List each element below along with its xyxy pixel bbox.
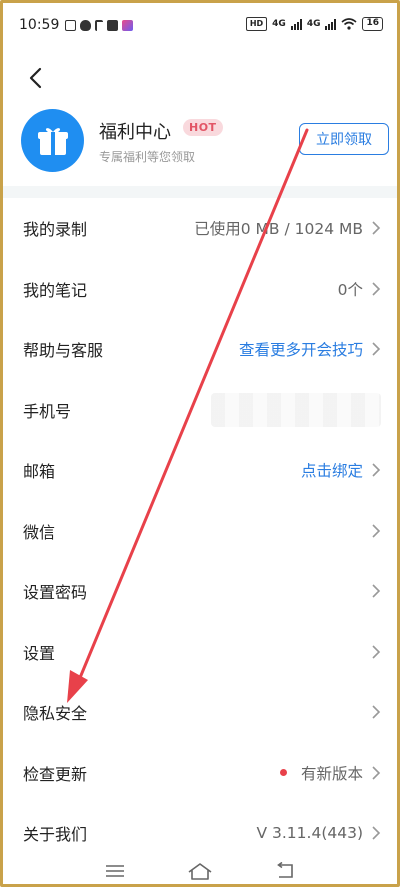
- welfare-center-card[interactable]: 福利中心 HOT 专属福利等您领取 立即领取: [3, 101, 397, 181]
- row-value-group: 已使用0 MB / 1024 MB: [194, 217, 381, 239]
- row-label: 设置: [23, 643, 56, 663]
- row-label: 设置密码: [23, 583, 88, 603]
- row-wechat[interactable]: 微信: [3, 501, 397, 562]
- row-value-group: [371, 524, 381, 538]
- settings-list: 我的录制 已使用0 MB / 1024 MB 我的笔记 0个 帮助与客服 查看更…: [3, 198, 397, 864]
- hd-icon: HD: [245, 17, 268, 31]
- row-email[interactable]: 邮箱 点击绑定: [3, 440, 397, 501]
- back-nav-button[interactable]: [272, 860, 298, 882]
- chevron-right-icon: [372, 524, 381, 538]
- back-arrow-icon: [29, 67, 42, 89]
- chevron-right-icon: [372, 766, 381, 780]
- row-value: 0个: [337, 280, 363, 299]
- message-icon: [65, 19, 77, 31]
- row-label: 检查更新: [23, 764, 88, 784]
- row-label: 帮助与客服: [23, 341, 104, 361]
- section-divider: [3, 186, 397, 198]
- gift-avatar: [21, 109, 84, 172]
- chevron-right-icon: [372, 221, 381, 235]
- system-nav-bar: [3, 851, 397, 884]
- return-icon: [276, 861, 293, 878]
- chevron-right-icon: [372, 584, 381, 598]
- row-value-link[interactable]: 点击绑定: [301, 459, 363, 481]
- row-value-group: 查看更多开会技巧: [239, 338, 381, 360]
- update-dot-indicator: [279, 769, 287, 777]
- chevron-right-icon: [372, 826, 381, 840]
- row-my-notes[interactable]: 我的笔记 0个: [3, 259, 397, 320]
- battery-indicator: 16: [362, 17, 383, 31]
- row-value: 已使用0 MB / 1024 MB: [194, 220, 363, 239]
- notification-icons: [65, 19, 134, 31]
- status-bar: 10:59 HD 4G 4G 16: [3, 3, 397, 55]
- row-label: 我的录制: [23, 220, 88, 240]
- welfare-title: 福利中心: [99, 122, 171, 143]
- home-button[interactable]: [187, 860, 213, 882]
- row-value: V 3.11.4(443): [256, 824, 363, 843]
- row-value-link[interactable]: 查看更多开会技巧: [239, 338, 363, 360]
- status-right: HD 4G 4G 16: [245, 17, 383, 31]
- row-label: 手机号: [23, 401, 72, 421]
- home-icon: [188, 862, 212, 880]
- row-value-group: V 3.11.4(443): [256, 824, 381, 842]
- menu-button[interactable]: [102, 860, 128, 882]
- welfare-subtitle: 专属福利等您领取: [99, 150, 196, 164]
- claim-now-button[interactable]: 立即领取: [299, 123, 389, 155]
- row-settings[interactable]: 设置: [3, 622, 397, 683]
- row-label: 关于我们: [23, 825, 88, 845]
- row-value-group: [371, 584, 381, 598]
- row-phone-number[interactable]: 手机号: [3, 380, 397, 441]
- tiktok-icon: [95, 19, 104, 31]
- row-check-update[interactable]: 检查更新 有新版本: [3, 743, 397, 804]
- row-set-password[interactable]: 设置密码: [3, 561, 397, 622]
- chevron-right-icon: [372, 705, 381, 719]
- signal-icon: [290, 18, 302, 30]
- chevron-right-icon: [372, 463, 381, 477]
- row-label: 隐私安全: [23, 704, 88, 724]
- hot-badge: HOT: [183, 119, 223, 136]
- row-label: 邮箱: [23, 462, 56, 482]
- chevron-right-icon: [372, 342, 381, 356]
- status-time: 10:59: [19, 17, 60, 33]
- wifi-icon: [341, 18, 357, 30]
- row-value-group: [211, 392, 381, 427]
- row-label: 我的笔记: [23, 280, 88, 300]
- phone-screen: 10:59 HD 4G 4G 16 福利中心 HOT 专属福利等您领取 立即领取…: [0, 0, 400, 887]
- qq-icon: [80, 19, 92, 31]
- row-value-group: 有新版本: [279, 762, 381, 784]
- row-privacy-security[interactable]: 隐私安全: [3, 682, 397, 743]
- colorful-app-icon: [122, 19, 134, 31]
- menu-icon: [106, 864, 125, 877]
- status-left: 10:59: [19, 17, 134, 33]
- row-value: 有新版本: [300, 764, 363, 783]
- gift-icon: [37, 127, 68, 155]
- row-help-support[interactable]: 帮助与客服 查看更多开会技巧: [3, 319, 397, 380]
- chevron-right-icon: [372, 282, 381, 296]
- redacted-phone-value: [211, 392, 381, 427]
- row-value-group: 0个: [338, 278, 381, 300]
- row-label: 微信: [23, 522, 56, 542]
- network-label-2: 4G: [306, 19, 321, 29]
- network-label-1: 4G: [272, 19, 286, 29]
- row-my-recordings[interactable]: 我的录制 已使用0 MB / 1024 MB: [3, 198, 397, 259]
- app-icon: [107, 19, 119, 31]
- back-button[interactable]: [21, 63, 49, 93]
- row-value-group: [371, 645, 381, 659]
- chevron-right-icon: [372, 645, 381, 659]
- row-value-group: [371, 705, 381, 719]
- signal-icon-2: [325, 18, 337, 30]
- row-value-group: 点击绑定: [301, 459, 381, 481]
